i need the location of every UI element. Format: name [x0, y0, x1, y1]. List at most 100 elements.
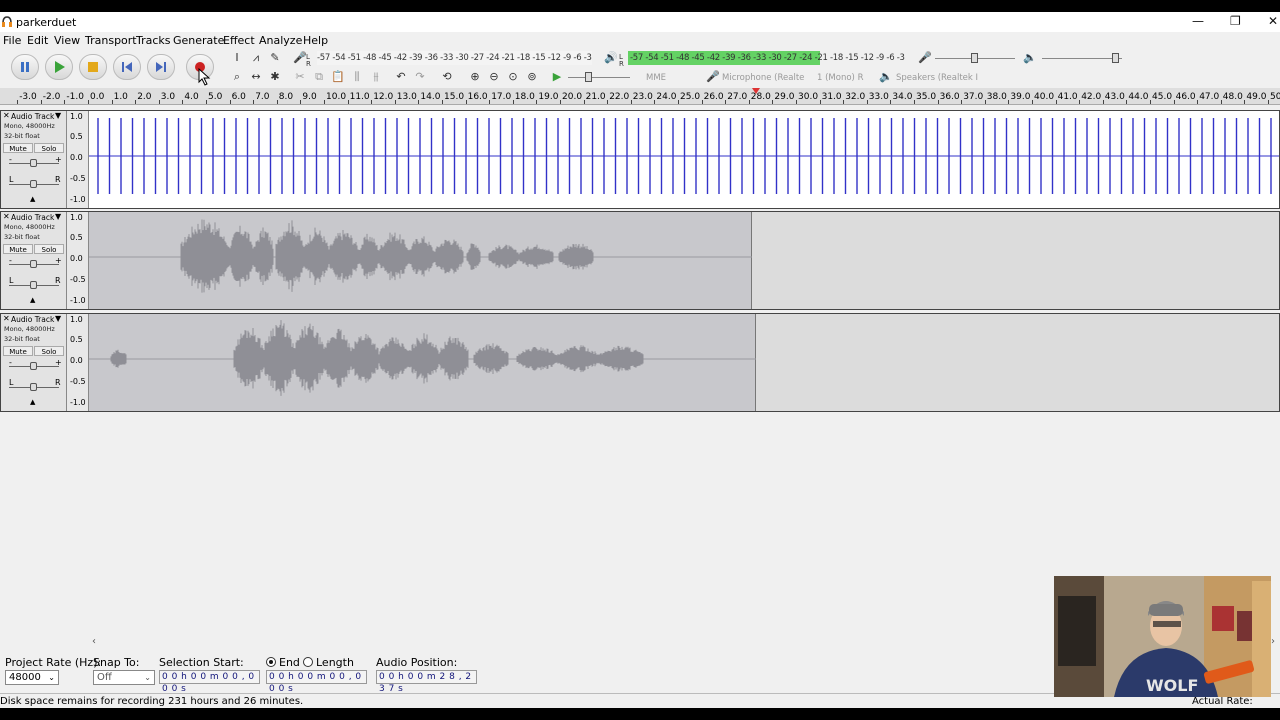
solo-button[interactable]: Solo — [34, 346, 64, 356]
menu-file[interactable]: File — [3, 34, 21, 47]
track-close-icon[interactable]: ✕ — [3, 212, 10, 221]
play-button[interactable] — [45, 54, 73, 80]
minimize-button[interactable]: — — [1192, 14, 1204, 28]
chevron-down-icon: ⌄ — [144, 673, 151, 682]
track-bit-depth-info: 32-bit float — [4, 233, 40, 241]
trim-icon[interactable]: ⫼ — [350, 70, 364, 84]
track-name[interactable]: Audio Track — [11, 213, 54, 222]
zoom-out-icon[interactable]: ⊖ — [487, 70, 501, 84]
play-speed-thumb[interactable] — [585, 72, 592, 82]
multi-tool-icon[interactable]: ✱ — [268, 70, 282, 84]
menu-effect[interactable]: Effect — [223, 34, 255, 47]
ruler-tick-mark — [64, 100, 66, 104]
selection-tool-icon[interactable]: I — [230, 51, 244, 65]
pan-slider-thumb[interactable] — [30, 281, 37, 289]
copy-icon[interactable]: ⧉ — [312, 70, 326, 84]
paste-icon[interactable]: 📋 — [331, 70, 345, 84]
menu-generate[interactable]: Generate — [173, 34, 224, 47]
silence-icon[interactable]: ⫵ — [369, 70, 383, 84]
zoom-tool-icon[interactable]: ⌕ — [230, 70, 244, 84]
end-radio[interactable] — [266, 657, 276, 667]
record-meter[interactable]: -57 -54 -51 -48 -45 -42 -39 -36 -33 -30 … — [317, 51, 592, 65]
track-menu-chevron-icon[interactable]: ▼ — [55, 314, 61, 323]
selection-start-field[interactable]: 0 0 h 0 0 m 0 0 , 0 0 0 s — [159, 670, 260, 694]
waveform-clip[interactable] — [89, 212, 752, 309]
mute-button[interactable]: Mute — [3, 244, 33, 254]
mute-button[interactable]: Mute — [3, 143, 33, 153]
zoom-in-icon[interactable]: ⊕ — [468, 70, 482, 84]
vertical-amplitude-scale[interactable]: 1.0 0.5 0.0 -0.5 -1.0 — [67, 212, 89, 309]
audio-track-2[interactable]: ✕ Audio Track ▼ Mono, 48000Hz 32-bit float Mu… — [0, 211, 1280, 310]
recording-device-select[interactable]: Microphone (Realte — [722, 71, 812, 85]
vertical-amplitude-scale[interactable]: 1.0 0.5 0.0 -0.5 -1.0 — [67, 111, 89, 208]
scroll-right-icon[interactable]: › — [1271, 636, 1275, 647]
ruler-tick-label: 46.0 — [1175, 92, 1196, 102]
solo-button[interactable]: Solo — [34, 143, 64, 153]
recording-channels-select[interactable]: 1 (Mono) R — [817, 71, 877, 85]
playback-volume-thumb[interactable] — [1112, 53, 1119, 63]
playback-device-select[interactable]: Speakers (Realtek I — [896, 71, 988, 85]
snap-to-select[interactable]: Off ⌄ — [93, 670, 155, 685]
waveform-clip[interactable] — [89, 314, 756, 411]
pan-slider-thumb[interactable] — [30, 180, 37, 188]
track-name[interactable]: Audio Track — [11, 315, 54, 324]
track-name[interactable]: Audio Track — [11, 112, 54, 121]
audio-track-3[interactable]: ✕ Audio Track ▼ Mono, 48000Hz 32-bit float Mu… — [0, 313, 1280, 412]
track-menu-chevron-icon[interactable]: ▼ — [55, 212, 61, 221]
menu-transport[interactable]: Transport — [85, 34, 137, 47]
audio-host-select[interactable]: MME — [646, 71, 701, 85]
solo-button[interactable]: Solo — [34, 244, 64, 254]
sync-lock-icon[interactable]: ⟲ — [440, 70, 454, 84]
gain-slider-thumb[interactable] — [30, 159, 37, 167]
project-rate-select[interactable]: 48000 ⌄ — [5, 670, 59, 685]
menu-view[interactable]: View — [54, 34, 80, 47]
play-speed-slider[interactable] — [568, 77, 630, 78]
recording-volume-thumb[interactable] — [971, 53, 978, 63]
stop-button[interactable] — [79, 54, 107, 80]
selection-end-field[interactable]: 0 0 h 0 0 m 0 0 , 0 0 0 s — [266, 670, 367, 694]
scroll-left-icon[interactable]: ‹ — [92, 636, 96, 647]
collapse-track-icon[interactable]: ▲ — [30, 398, 35, 406]
length-radio[interactable] — [303, 657, 313, 667]
undo-icon[interactable]: ↶ — [394, 70, 408, 84]
ruler-tick-label: 45.0 — [1152, 92, 1173, 102]
play-at-speed-icon[interactable]: ▶ — [550, 70, 564, 84]
close-button[interactable]: ✕ — [1268, 14, 1278, 28]
collapse-track-icon[interactable]: ▲ — [30, 195, 35, 203]
playback-volume-slider[interactable] — [1042, 58, 1122, 59]
track-close-icon[interactable]: ✕ — [3, 314, 10, 323]
timeline-ruler[interactable]: -3.0 -2.0 -1.0 0.0 1.0 2.0 3.0 4.0 5.0 6.0 7.0 8.0 9… — [0, 88, 1280, 105]
track-close-icon[interactable]: ✕ — [3, 111, 10, 120]
pause-button[interactable] — [11, 54, 39, 80]
vertical-amplitude-scale[interactable]: 1.0 0.5 0.0 -0.5 -1.0 — [67, 314, 89, 411]
menu-analyze[interactable]: Analyze — [259, 34, 302, 47]
playback-meter-icon[interactable]: 🔊 — [604, 51, 618, 65]
mute-button[interactable]: Mute — [3, 346, 33, 356]
menu-edit[interactable]: Edit — [27, 34, 48, 47]
maximize-button[interactable]: ❐ — [1230, 14, 1241, 28]
collapse-track-icon[interactable]: ▲ — [30, 296, 35, 304]
playhead-marker[interactable] — [752, 88, 760, 94]
audio-position-field[interactable]: 0 0 h 0 0 m 2 8 , 2 3 7 s — [376, 670, 477, 694]
fit-project-icon[interactable]: ⊚ — [525, 70, 539, 84]
waveform-click-track[interactable] — [89, 111, 1279, 208]
menu-help[interactable]: Help — [303, 34, 328, 47]
track-menu-chevron-icon[interactable]: ▼ — [55, 111, 61, 120]
audio-track-1[interactable]: ✕ Audio Track ▼ Mono, 48000Hz 32-bit float Mu… — [0, 110, 1280, 209]
redo-icon[interactable]: ↷ — [413, 70, 427, 84]
envelope-tool-icon[interactable]: ⩘ — [249, 51, 263, 65]
cut-icon[interactable]: ✂ — [293, 70, 307, 84]
fit-selection-icon[interactable]: ⊙ — [506, 70, 520, 84]
gain-slider-thumb[interactable] — [30, 362, 37, 370]
draw-tool-icon[interactable]: ✎ — [268, 51, 282, 65]
pan-slider-thumb[interactable] — [30, 383, 37, 391]
timeshift-tool-icon[interactable]: ↔ — [249, 70, 263, 84]
menu-tracks[interactable]: Tracks — [136, 34, 171, 47]
skip-to-end-button[interactable] — [147, 54, 175, 80]
record-meter-icon[interactable]: 🎤 — [293, 51, 307, 65]
ruler-tick-mark — [253, 100, 255, 104]
ruler-tick-mark — [560, 100, 561, 104]
skip-to-start-button[interactable] — [113, 54, 141, 80]
playback-meter[interactable]: -57 -54 -51 -48 -45 -42 -39 -36 -33 -30 … — [630, 51, 905, 65]
gain-slider-thumb[interactable] — [30, 260, 37, 268]
